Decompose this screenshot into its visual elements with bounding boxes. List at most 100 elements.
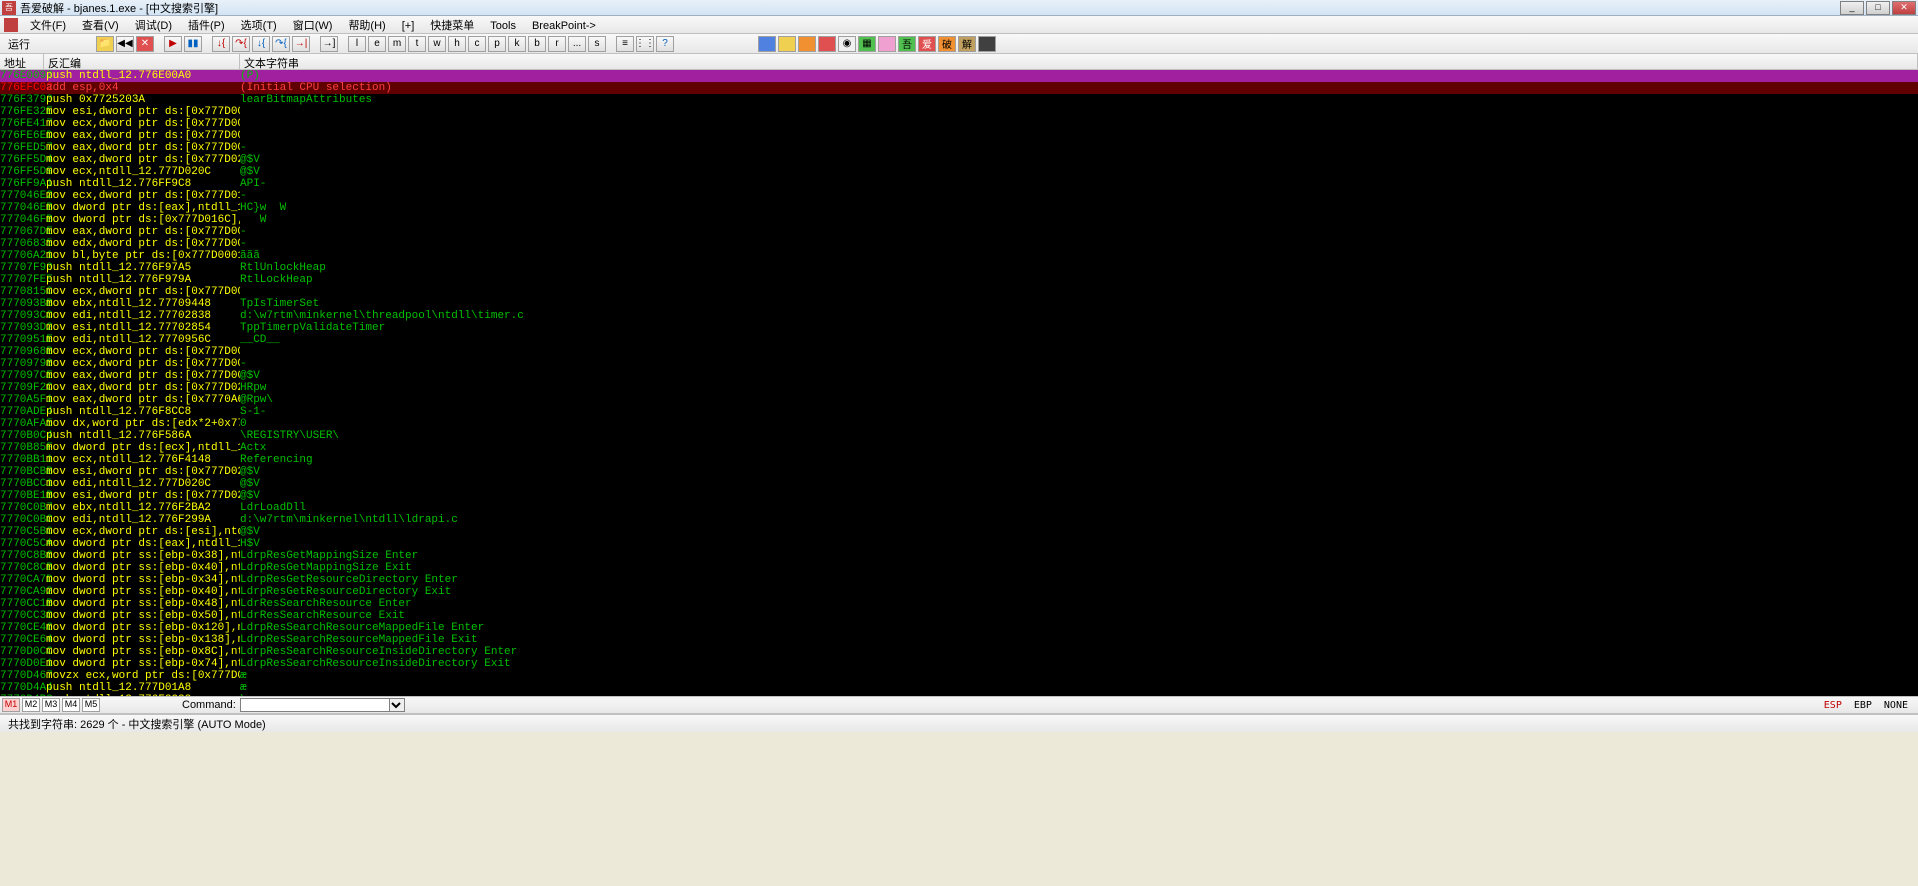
toolbar-letter-h[interactable]: h — [448, 36, 466, 52]
disasm-row[interactable]: 7770D0E1mov dword ptr ss:[ebp-0x74],ntdl… — [0, 658, 1918, 670]
menu-item[interactable]: BreakPoint-> — [524, 18, 604, 34]
toolbar-letter-p[interactable]: p — [488, 36, 506, 52]
toolbar-cn2-icon[interactable]: 爱 — [918, 36, 936, 52]
toolbar-color2-icon[interactable] — [778, 36, 796, 52]
toolbar-letter-c[interactable]: c — [468, 36, 486, 52]
toolbar-letter-e[interactable]: e — [368, 36, 386, 52]
toolbar-letter-m[interactable]: m — [388, 36, 406, 52]
disasm-row[interactable]: 77708150mov ecx,dword ptr ds:[0x777D005C… — [0, 286, 1918, 298]
disasm-row[interactable]: 7770A5F1mov eax,dword ptr ds:[0x7770A6DC… — [0, 394, 1918, 406]
disasm-row[interactable]: 7770C0BCmov edi,ntdll_12.776F299Ad:\w7rt… — [0, 514, 1918, 526]
disasm-row[interactable]: 776FE417mov ecx,dword ptr ds:[0x777D006C… — [0, 118, 1918, 130]
disasm-row[interactable]: 777093BBmov ebx,ntdll_12.77709448TpIsTim… — [0, 298, 1918, 310]
disasm-row[interactable]: 777093C0mov edi,ntdll_12.77702838d:\w7rt… — [0, 310, 1918, 322]
toolbar-dark-icon[interactable] — [978, 36, 996, 52]
toolbar-cn1-icon[interactable]: 吾 — [898, 36, 916, 52]
memory-button-m4[interactable]: M4 — [62, 698, 80, 712]
disasm-row[interactable]: 7770BB11mov ecx,ntdll_12.776F4148Referen… — [0, 454, 1918, 466]
disasm-row[interactable]: 7770B85Fmov dword ptr ds:[ecx],ntdll_12.… — [0, 442, 1918, 454]
disasm-row[interactable]: 776FF9A1push ntdll_12.776FF9C8API- — [0, 178, 1918, 190]
disasm-row[interactable]: 77707F90push ntdll_12.776F97A5RtlUnlockH… — [0, 262, 1918, 274]
toolbar-color4-icon[interactable] — [818, 36, 836, 52]
menu-item[interactable]: 选项(T) — [233, 18, 285, 34]
toolbar-letter-s[interactable]: s — [588, 36, 606, 52]
toolbar-pause-icon[interactable]: ▮▮ — [184, 36, 202, 52]
disasm-row[interactable]: 7770CC1Bmov dword ptr ss:[ebp-0x48],ntdl… — [0, 598, 1918, 610]
disasm-row[interactable]: 7770BCBBmov esi,dword ptr ds:[0x777D020C… — [0, 466, 1918, 478]
menu-item[interactable]: 查看(V) — [74, 18, 127, 34]
toolbar-color5-icon[interactable]: ◉ — [838, 36, 856, 52]
toolbar-color7-icon[interactable] — [878, 36, 896, 52]
memory-button-m3[interactable]: M3 — [42, 698, 60, 712]
disasm-row[interactable]: 7770C5CAmov dword ptr ds:[eax],ntdll_12.… — [0, 538, 1918, 550]
toolbar-run-to-icon[interactable]: →| — [292, 36, 310, 52]
disasm-row[interactable]: 776FE32Emov esi,dword ptr ds:[0x777D006C… — [0, 106, 1918, 118]
disasm-row[interactable]: 7770BCC1mov edi,ntdll_12.777D020C@$V — [0, 478, 1918, 490]
toolbar-letter-l[interactable]: l — [348, 36, 366, 52]
disasm-row[interactable]: 7770ADE4push ntdll_12.776F8CC8S-1- — [0, 406, 1918, 418]
minimize-button[interactable]: _ — [1840, 1, 1864, 15]
toolbar-letter-r[interactable]: r — [548, 36, 566, 52]
toolbar-options-icon[interactable]: ⋮⋮ — [636, 36, 654, 52]
disasm-row[interactable]: 7770D467movzx ecx,word ptr ds:[0x777D01A… — [0, 670, 1918, 682]
toolbar-stop-icon[interactable]: ✕ — [136, 36, 154, 52]
disasm-row[interactable]: 77709798mov ecx,dword ptr ds:[0x777D005C… — [0, 358, 1918, 370]
toolbar-color1-icon[interactable] — [758, 36, 776, 52]
disasm-row[interactable]: 776FE6EDmov eax,dword ptr ds:[0x777D005C… — [0, 130, 1918, 142]
header-text[interactable]: 文本字符串 — [240, 54, 1918, 69]
menu-item[interactable]: 帮助(H) — [340, 18, 393, 34]
disassembly-view[interactable]: 776E0092push ntdll_12.776E00A0(P)776EFC0… — [0, 70, 1918, 696]
disasm-row[interactable]: 776FF5D9mov ecx,ntdll_12.777D020C@$V — [0, 166, 1918, 178]
toolbar-color6-icon[interactable]: ▦ — [858, 36, 876, 52]
toolbar-cn4-icon[interactable]: 解 — [958, 36, 976, 52]
toolbar-color3-icon[interactable] — [798, 36, 816, 52]
toolbar-letter-...[interactable]: ... — [568, 36, 586, 52]
maximize-button[interactable]: □ — [1866, 1, 1890, 15]
disasm-row[interactable]: 777046E2mov ecx,dword ptr ds:[0x777D016C… — [0, 190, 1918, 202]
disasm-row[interactable]: 776EFC02add esp,0x4(Initial CPU selectio… — [0, 82, 1918, 94]
toolbar-open-icon[interactable]: 📁 — [96, 36, 114, 52]
disasm-row[interactable]: 7770AFA5mov dx,word ptr ds:[edx*2+0x7770… — [0, 418, 1918, 430]
disasm-row[interactable]: 7770CA7Dmov dword ptr ss:[ebp-0x34],ntdl… — [0, 574, 1918, 586]
toolbar-trace-over-icon[interactable]: ↷{ — [272, 36, 290, 52]
disasm-row[interactable]: 77706A21mov bl,byte ptr ds:[0x777D0001]ã… — [0, 250, 1918, 262]
disasm-row[interactable]: 777046EBmov dword ptr ds:[eax],ntdll_12.… — [0, 202, 1918, 214]
toolbar-step-over-icon[interactable]: ↷{ — [232, 36, 250, 52]
toolbar-rewind-icon[interactable]: ◀◀ — [116, 36, 134, 52]
toolbar-letter-b[interactable]: b — [528, 36, 546, 52]
disasm-row[interactable]: 7770C5B0mov ecx,dword ptr ds:[esi],ntdll… — [0, 526, 1918, 538]
toolbar-play-icon[interactable]: ▶ — [164, 36, 182, 52]
toolbar-cn3-icon[interactable]: 破 — [938, 36, 956, 52]
disasm-row[interactable]: 77709F2Cmov eax,dword ptr ds:[0x777D0214… — [0, 382, 1918, 394]
toolbar-list-icon[interactable]: ≡ — [616, 36, 634, 52]
menu-item[interactable]: 快捷菜单 — [422, 18, 482, 34]
disasm-row[interactable]: 7770D0CCmov dword ptr ss:[ebp-0x8C],ntdl… — [0, 646, 1918, 658]
toolbar-letter-k[interactable]: k — [508, 36, 526, 52]
menu-item[interactable]: [+] — [394, 18, 423, 34]
toolbar-letter-w[interactable]: w — [428, 36, 446, 52]
disasm-row[interactable]: 77706835mov edx,dword ptr ds:[0x777D0074… — [0, 238, 1918, 250]
command-dropdown[interactable] — [389, 698, 405, 712]
disasm-row[interactable]: 77707FEEpush ntdll_12.776F979ARtlLockHea… — [0, 274, 1918, 286]
close-button[interactable]: ✕ — [1892, 1, 1916, 15]
toolbar-step-into-icon[interactable]: ↓{ — [212, 36, 230, 52]
disasm-row[interactable]: 7770CE46mov dword ptr ss:[ebp-0x120],ntd… — [0, 622, 1918, 634]
menu-item[interactable]: Tools — [482, 18, 524, 34]
disasm-row[interactable]: 776FF5D4mov eax,dword ptr ds:[0x777D020C… — [0, 154, 1918, 166]
memory-button-m2[interactable]: M2 — [22, 698, 40, 712]
disasm-row[interactable]: 777067DEmov eax,dword ptr ds:[0x777D00F0… — [0, 226, 1918, 238]
disasm-row[interactable]: 7770BE1Bmov esi,dword ptr ds:[0x777D020C… — [0, 490, 1918, 502]
disasm-row[interactable]: 777046FBmov dword ptr ds:[0x777D016C],ea… — [0, 214, 1918, 226]
toolbar-help-icon[interactable]: ? — [656, 36, 674, 52]
disasm-row[interactable]: 7770CE64mov dword ptr ss:[ebp-0x138],ntd… — [0, 634, 1918, 646]
menu-item[interactable]: 插件(P) — [180, 18, 233, 34]
disasm-row[interactable]: 776E0092push ntdll_12.776E00A0(P) — [0, 70, 1918, 82]
memory-button-m5[interactable]: M5 — [82, 698, 100, 712]
command-input[interactable] — [240, 698, 390, 712]
disasm-row[interactable]: 7770951Emov edi,ntdll_12.7770956C__CD__ — [0, 334, 1918, 346]
disasm-row[interactable]: 777097CEmov eax,dword ptr ds:[0x777D00CB… — [0, 370, 1918, 382]
disasm-row[interactable]: 776FED57mov eax,dword ptr ds:[0x777D006C… — [0, 142, 1918, 154]
disasm-row[interactable]: 7770CA92mov dword ptr ss:[ebp-0x40],ntdl… — [0, 586, 1918, 598]
toolbar-letter-t[interactable]: t — [408, 36, 426, 52]
disasm-row[interactable]: 7770968Bmov ecx,dword ptr ds:[0x777D005C… — [0, 346, 1918, 358]
